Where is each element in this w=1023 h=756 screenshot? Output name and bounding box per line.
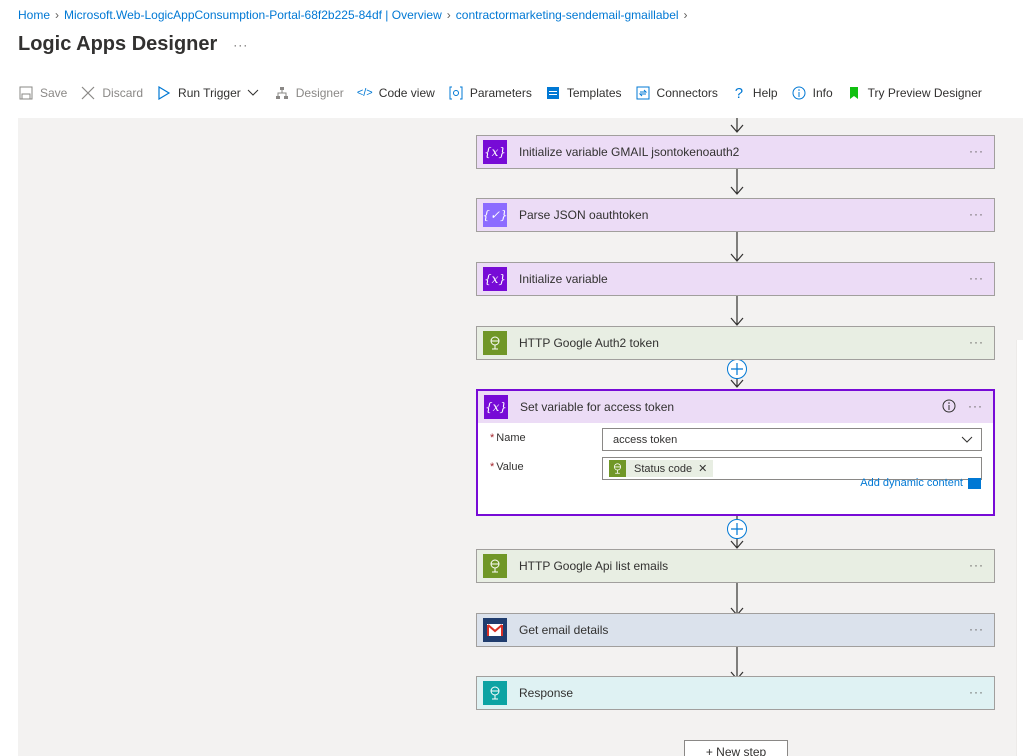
chevron-right-icon: ›: [55, 8, 60, 22]
step-title: Set variable for access token: [520, 400, 675, 414]
help-icon: ?: [734, 84, 744, 102]
step-parse-json[interactable]: {✓} Parse JSON oauthtoken ···: [476, 198, 995, 232]
step-http-google-api-list[interactable]: HTTP Google Api list emails ···: [476, 549, 995, 583]
chevron-right-icon: ›: [683, 8, 688, 22]
designer-toolbar: Save Discard Run Trigger Designer </> Co…: [18, 84, 995, 102]
variable-icon: {x}: [483, 140, 507, 164]
step-title: Response: [519, 686, 574, 700]
page-title: Logic Apps Designer: [18, 33, 218, 55]
insert-step-button[interactable]: [727, 359, 747, 379]
save-button[interactable]: Save: [18, 85, 67, 101]
response-globe-icon: [483, 681, 507, 705]
variable-icon: {x}: [484, 395, 508, 419]
name-label: * Name: [490, 432, 526, 444]
arrow-down-icon: [730, 580, 744, 616]
name-select[interactable]: access token: [602, 428, 982, 451]
templates-button[interactable]: Templates: [545, 85, 622, 101]
remove-token-icon[interactable]: ✕: [698, 462, 707, 475]
dynamic-content-icon: [968, 477, 981, 489]
more-options-icon[interactable]: ···: [969, 271, 984, 285]
info-icon[interactable]: [942, 399, 956, 418]
breadcrumb-home[interactable]: Home: [18, 8, 50, 22]
step-set-variable-access-token[interactable]: {x} Set variable for access token ··· * N…: [476, 389, 995, 516]
more-options-icon[interactable]: ···: [969, 622, 984, 636]
step-initialize-variable[interactable]: {x} Initialize variable ···: [476, 262, 995, 296]
step-title: HTTP Google Api list emails: [519, 559, 669, 573]
step-get-email-details[interactable]: Get email details ···: [476, 613, 995, 647]
more-options-icon[interactable]: ···: [969, 685, 984, 699]
parameters-button[interactable]: Parameters: [448, 85, 532, 101]
step-response[interactable]: Response ···: [476, 676, 995, 710]
plus-icon: [731, 523, 743, 535]
info-button[interactable]: Info: [791, 85, 833, 101]
http-globe-icon: [483, 331, 507, 355]
step-title: Get email details: [519, 623, 609, 637]
step-title: HTTP Google Auth2 token: [519, 336, 659, 350]
step-title: Initialize variable GMAIL jsontokenoauth…: [519, 145, 740, 159]
designer-button[interactable]: Designer: [274, 85, 344, 101]
breadcrumb-resource-group[interactable]: Microsoft.Web-LogicAppConsumption-Portal…: [64, 8, 442, 22]
bookmark-icon: [846, 85, 862, 101]
chevron-down-icon: [961, 436, 973, 443]
more-options-icon[interactable]: ···: [968, 399, 983, 413]
more-options-icon[interactable]: ···: [969, 335, 984, 349]
new-step-button[interactable]: + New step: [684, 740, 788, 756]
step-http-google-auth2[interactable]: HTTP Google Auth2 token ···: [476, 326, 995, 360]
breadcrumb-logic-app[interactable]: contractormarketing-sendemail-gmaillabel: [456, 8, 679, 22]
side-panel-edge: [1016, 340, 1023, 756]
code-icon: </>: [356, 87, 373, 99]
http-globe-icon: [483, 554, 507, 578]
discard-button[interactable]: Discard: [80, 85, 143, 101]
info-icon: [791, 85, 807, 101]
connectors-button[interactable]: Connectors: [635, 85, 718, 101]
connectors-icon: [635, 85, 651, 101]
designer-canvas[interactable]: {x} Initialize variable GMAIL jsontokeno…: [18, 118, 1023, 756]
add-dynamic-content-link[interactable]: Add dynamic content: [860, 477, 981, 489]
save-icon: [18, 85, 34, 101]
insert-step-button[interactable]: [727, 519, 747, 539]
help-button[interactable]: ? Help: [731, 84, 778, 102]
plus-icon: [731, 363, 743, 375]
code-view-button[interactable]: </> Code view: [357, 85, 435, 101]
more-options-icon[interactable]: ···: [969, 207, 984, 221]
more-options-icon[interactable]: ···: [969, 144, 984, 158]
more-options-icon[interactable]: ···: [969, 558, 984, 572]
arrow-down-icon: [730, 118, 744, 133]
try-preview-designer-button[interactable]: Try Preview Designer: [846, 85, 982, 101]
http-globe-icon: [609, 460, 626, 477]
gmail-icon: [483, 618, 507, 642]
designer-icon: [274, 85, 290, 101]
play-icon: [156, 85, 172, 101]
templates-icon: [545, 85, 561, 101]
run-trigger-button[interactable]: Run Trigger: [156, 85, 261, 101]
step-title: Parse JSON oauthtoken: [519, 208, 649, 222]
chevron-right-icon: ›: [446, 8, 451, 22]
parameters-icon: [448, 85, 464, 101]
step-initialize-variable-gmail[interactable]: {x} Initialize variable GMAIL jsontokeno…: [476, 135, 995, 169]
step-title: Initialize variable: [519, 272, 608, 286]
more-options-icon[interactable]: ···: [233, 38, 248, 52]
breadcrumb: Home › Microsoft.Web-LogicAppConsumption-P…: [18, 8, 693, 22]
parse-json-icon: {✓}: [482, 203, 508, 227]
close-icon: [80, 85, 96, 101]
variable-icon: {x}: [483, 267, 507, 291]
value-label: * Value: [490, 461, 524, 473]
chevron-down-icon: [245, 85, 261, 101]
dynamic-content-token[interactable]: Status code ✕: [609, 460, 714, 477]
